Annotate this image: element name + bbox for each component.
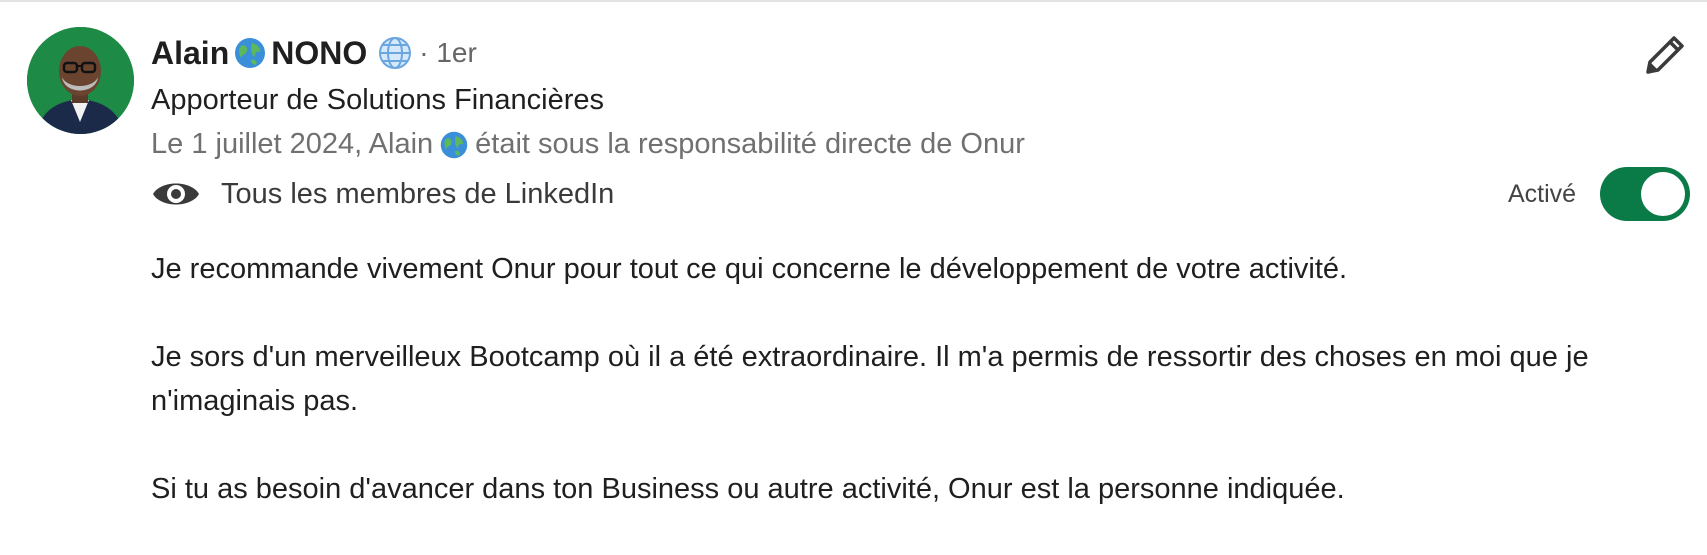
recommender-headline: Apporteur de Solutions Financières bbox=[151, 84, 604, 116]
recommendation-paragraph: Si tu as besoin d'avancer dans ton Busin… bbox=[151, 473, 1345, 505]
visibility-toggle[interactable] bbox=[1600, 167, 1690, 221]
toggle-label: Activé bbox=[1508, 180, 1577, 208]
recommender-last-name[interactable]: NONO bbox=[271, 35, 367, 72]
relationship-suffix: était sous la responsabilité directe de … bbox=[475, 128, 1025, 160]
globe-icon bbox=[379, 37, 412, 69]
recommendation-card: Alain NONO · 1er Apporteur de Solutions … bbox=[0, 0, 1707, 525]
recommender-header: Alain NONO · 1er bbox=[151, 30, 477, 76]
earth-globe-icon bbox=[235, 38, 266, 68]
pencil-icon[interactable] bbox=[1640, 30, 1690, 80]
avatar[interactable] bbox=[27, 27, 134, 134]
recommendation-paragraph: Je sors d'un merveilleux Bootcamp où il … bbox=[151, 341, 1589, 417]
earth-globe-icon bbox=[440, 131, 468, 158]
toggle-knob bbox=[1641, 172, 1685, 216]
visibility-label: Tous les membres de LinkedIn bbox=[221, 177, 615, 210]
recommendation-text: Je recommande vivement Onur pour tout ce… bbox=[151, 247, 1651, 555]
visibility-setting: Tous les membres de LinkedIn bbox=[151, 174, 614, 214]
eye-icon bbox=[153, 183, 199, 205]
relationship-prefix: Le 1 juillet 2024, Alain bbox=[151, 128, 434, 160]
recommender-first-name[interactable]: Alain bbox=[151, 35, 229, 72]
recommendation-paragraph: Je recommande vivement Onur pour tout ce… bbox=[151, 253, 1348, 285]
connection-degree: · 1er bbox=[419, 37, 477, 68]
relationship-line: Le 1 juillet 2024, Alain était sous la r… bbox=[151, 128, 1025, 161]
